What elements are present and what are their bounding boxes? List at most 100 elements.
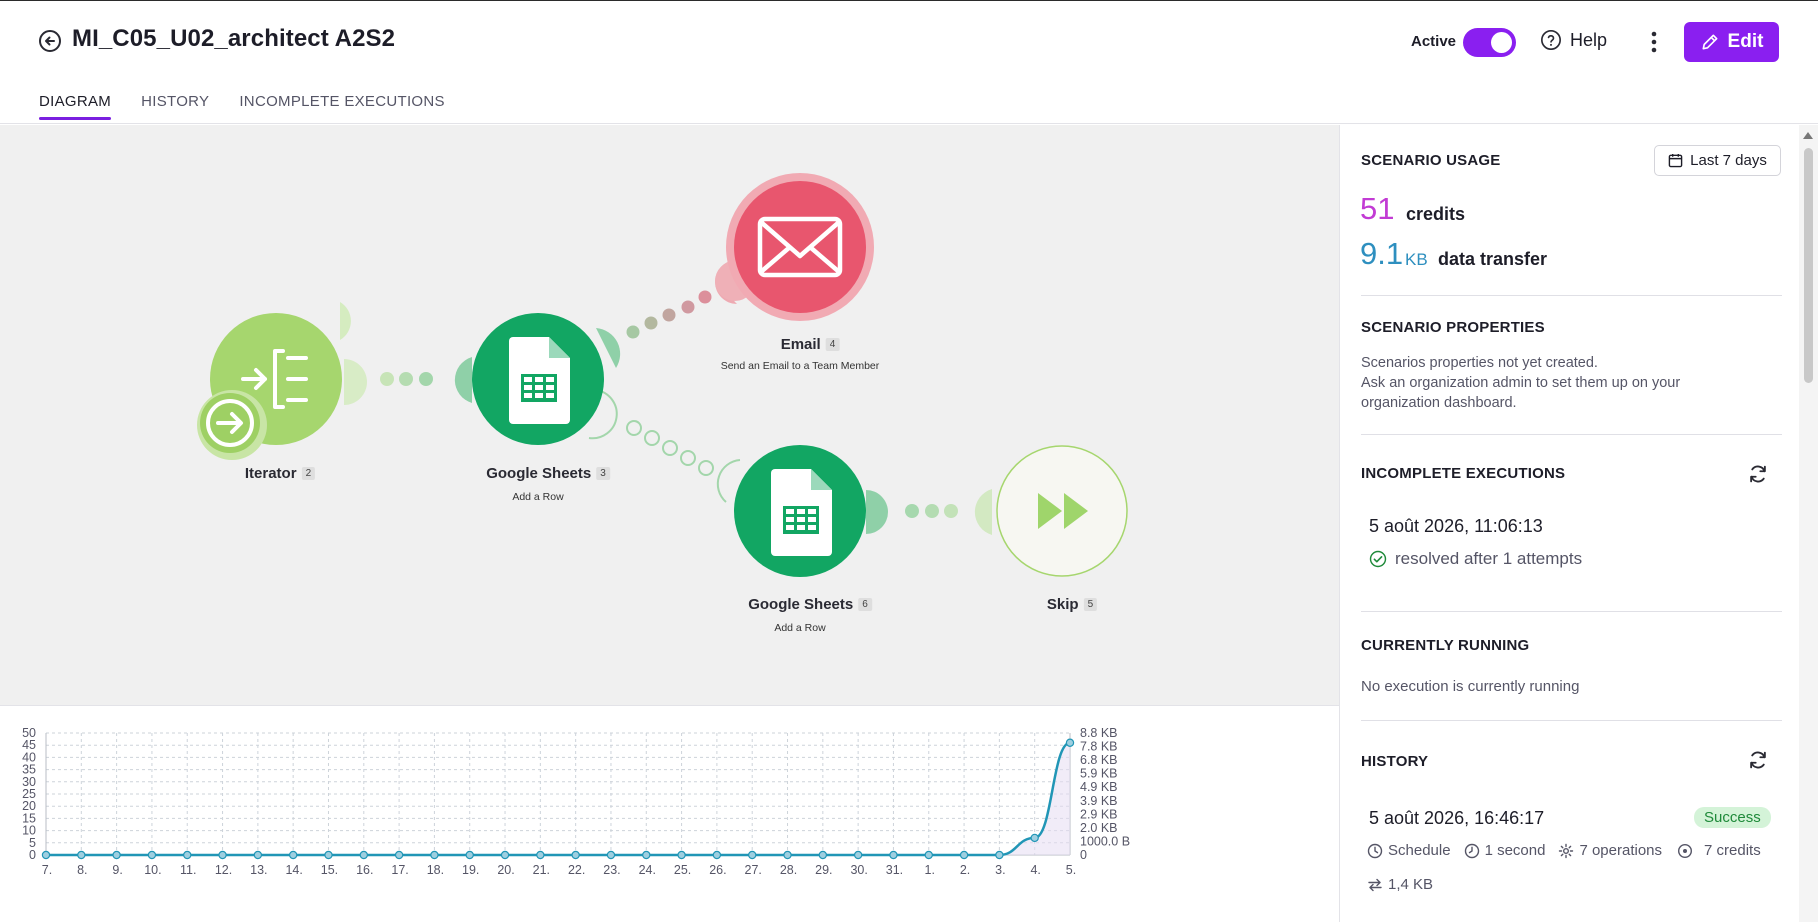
scroll-thumb[interactable]	[1804, 148, 1813, 383]
google-sheets-module-6[interactable]	[734, 445, 866, 577]
x-tick-label: 10.	[144, 863, 161, 877]
data-point	[288, 850, 298, 860]
credits-label: credits	[1406, 204, 1466, 224]
data-point	[77, 850, 86, 860]
refresh-icon[interactable]	[1747, 463, 1769, 485]
module-name: Skip	[1046, 596, 1079, 613]
date-range-button[interactable]: Last 7 days	[1654, 145, 1781, 176]
diagram-canvas[interactable]: Iterator 2 Google Sheets 3 Add a Row Ema…	[0, 125, 1339, 705]
edit-button[interactable]: Edit	[1684, 22, 1779, 62]
x-tick-label: 27.	[745, 863, 762, 877]
iterator-module[interactable]	[197, 313, 342, 460]
history-transfer: 1,4 KB	[1388, 876, 1434, 893]
x-tick-label: 1.	[925, 863, 935, 877]
email-label: Email 4	[781, 336, 840, 353]
x-tick-label: 21.	[533, 863, 550, 877]
trigger-arrow-icon[interactable]	[197, 390, 267, 460]
x-tick-label: 7.	[42, 863, 52, 877]
google-sheets-3-subtitle: Add a Row	[512, 491, 564, 503]
y-tick-label-right: 1000.0 B	[1080, 834, 1130, 848]
help-label: Help	[1570, 29, 1608, 50]
x-tick-label: 26.	[709, 863, 726, 877]
data-transfer-label: data transfer	[1438, 249, 1548, 269]
page-title: MI_C05_U02_architect A2S2	[72, 25, 396, 52]
incomplete-execution-timestamp[interactable]: 5 août 2026, 11:06:13	[1369, 516, 1543, 537]
data-point	[1030, 833, 1039, 843]
module-id-badge: 4	[825, 338, 840, 351]
tab-incomplete-executions[interactable]: INCOMPLETE EXECUTIONS	[239, 93, 445, 120]
iterator-label: Iterator 2	[245, 465, 316, 482]
tab-diagram[interactable]: DIAGRAM	[39, 93, 112, 120]
y-tick-label-left: 45	[22, 738, 36, 752]
toggle-knob	[1491, 32, 1512, 53]
connector-dots-1	[344, 357, 472, 405]
y-tick-label-left: 0	[29, 848, 36, 862]
email-subtitle: Send an Email to a Team Member	[720, 360, 880, 372]
stopwatch-icon	[1464, 843, 1480, 859]
y-tick-label-left: 50	[22, 726, 36, 740]
properties-empty-line2: Ask an organization admin to set them up…	[1361, 375, 1681, 391]
scenario-sidebar: SCENARIO USAGE Last 7 days 51 credits 9.…	[1339, 125, 1799, 922]
sidebar-scrollbar[interactable]	[1799, 125, 1818, 922]
status-badge: Success	[1694, 807, 1771, 828]
google-sheets-3-label: Google Sheets 3	[486, 465, 610, 482]
connector-dots-4	[866, 489, 992, 535]
data-point	[677, 850, 686, 860]
scenario-header: MI_C05_U02_architect A2S2 DIAGRAM HISTOR…	[0, 1, 1818, 124]
y-tick-label-left: 20	[22, 799, 36, 813]
properties-empty-line3: organization dashboard.	[1361, 395, 1517, 411]
clock-icon	[1367, 843, 1383, 859]
x-tick-label: 31.	[886, 863, 903, 877]
google-sheets-icon	[771, 469, 832, 556]
pencil-icon	[1702, 34, 1718, 50]
data-point	[465, 850, 474, 860]
incomplete-executions-title: INCOMPLETE EXECUTIONS	[1361, 465, 1566, 482]
connector-iterator-sheets[interactable]	[340, 302, 351, 340]
x-tick-label: 12.	[215, 863, 232, 877]
active-toggle[interactable]	[1463, 28, 1516, 57]
data-point	[147, 850, 157, 860]
y-tick-label-left: 40	[22, 750, 36, 764]
history-timestamp[interactable]: 5 août 2026, 16:46:17	[1369, 808, 1544, 829]
history-credits: 7 credits	[1704, 842, 1761, 859]
x-tick-label: 28.	[780, 863, 797, 877]
data-point	[359, 850, 368, 860]
module-id-badge: 5	[1083, 598, 1098, 611]
incomplete-execution-status: resolved after 1 attempts	[1369, 549, 1582, 569]
y-tick-label-right: 3.9 KB	[1080, 794, 1118, 808]
y-tick-label-right: 7.8 KB	[1080, 740, 1118, 754]
series-area	[46, 742, 1070, 855]
data-point	[712, 850, 722, 860]
module-name: Email	[780, 336, 821, 353]
scenario-tabs: DIAGRAM HISTORY INCOMPLETE EXECUTIONS	[39, 93, 445, 120]
y-tick-label-right: 4.9 KB	[1080, 780, 1118, 794]
section-divider	[1361, 434, 1782, 435]
status-text: resolved after 1 attempts	[1395, 549, 1583, 568]
x-tick-label: 14.	[285, 863, 302, 877]
y-tick-label-left: 5	[29, 836, 36, 850]
back-arrow-icon[interactable]	[38, 29, 62, 53]
scroll-up-arrow[interactable]	[1803, 132, 1813, 139]
y-tick-label-left: 30	[22, 775, 36, 789]
email-module[interactable]	[726, 173, 874, 321]
x-tick-label: 16.	[356, 863, 373, 877]
usage-chart-area: 0 5 10 15 20 25 30 35 40 45 50 0 1000.0 B 2.0 KB 2.9 K…	[0, 705, 1339, 922]
x-tick-label: 11.	[180, 863, 196, 877]
connector-dots-2	[596, 260, 755, 368]
x-tick-label: 29.	[815, 863, 832, 877]
module-name: Google Sheets	[748, 596, 854, 613]
history-title: HISTORY	[1361, 753, 1429, 770]
x-tick-label: 23.	[603, 863, 620, 877]
google-sheets-module-3[interactable]	[472, 313, 604, 445]
data-point	[253, 850, 263, 860]
calendar-icon	[1668, 153, 1683, 168]
refresh-icon[interactable]	[1747, 749, 1769, 771]
help-button[interactable]: Help	[1540, 29, 1607, 51]
data-point	[324, 850, 333, 860]
skip-module[interactable]	[996, 445, 1128, 577]
x-tick-label: 8.	[77, 863, 87, 877]
data-point	[394, 850, 404, 860]
y-tick-label-right: 2.9 KB	[1080, 807, 1118, 821]
tab-history[interactable]: HISTORY	[141, 93, 209, 120]
more-options-icon[interactable]	[1646, 29, 1662, 55]
